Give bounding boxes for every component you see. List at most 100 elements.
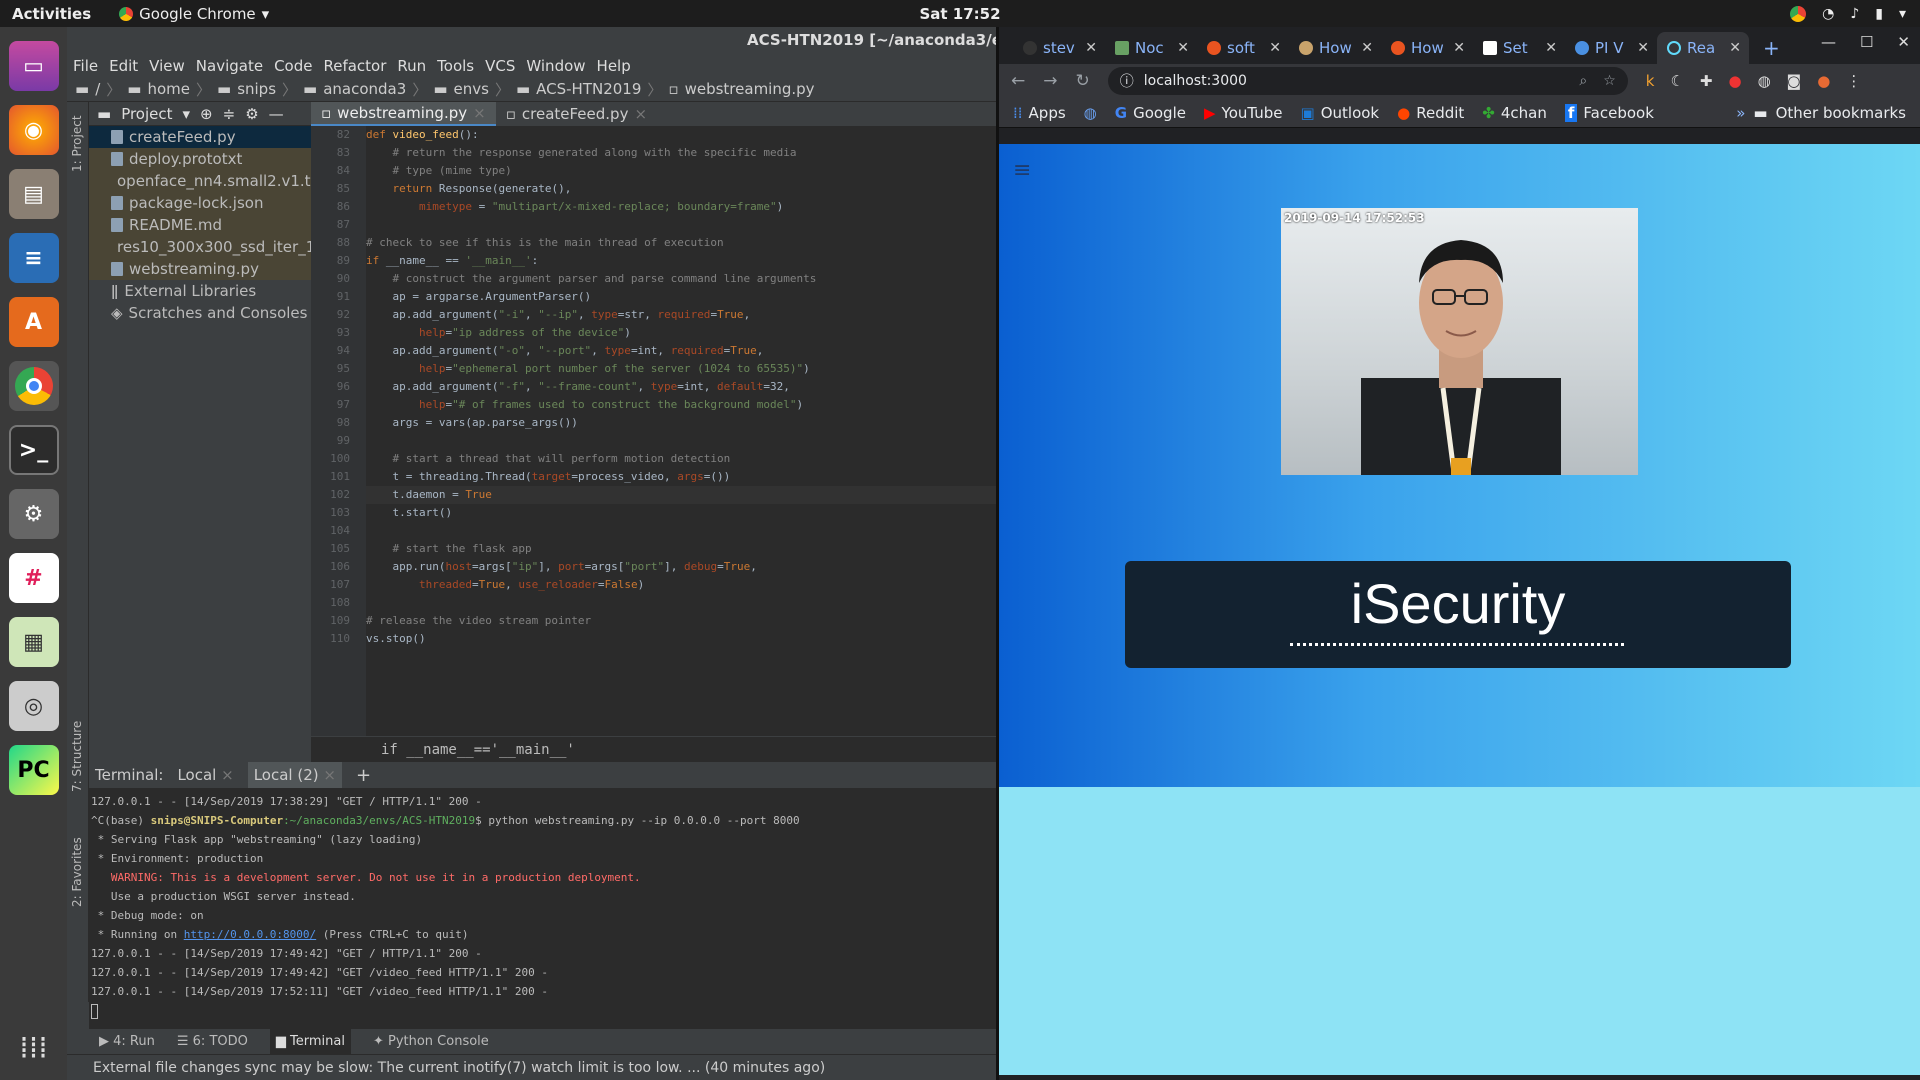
project-view-dropdown[interactable]: Project	[121, 105, 172, 123]
bookmark-google[interactable]: G Google	[1115, 104, 1186, 122]
todo-tool-button[interactable]: ☰ 6: TODO	[177, 1034, 248, 1049]
file-item[interactable]: createFeed.py	[89, 126, 311, 148]
menu-run[interactable]: Run	[397, 57, 426, 75]
browser-tab[interactable]: How ✕	[1289, 32, 1381, 64]
chrome-tray-icon[interactable]	[1790, 5, 1807, 22]
slack-icon[interactable]: #	[8, 553, 59, 603]
bookmark-reddit[interactable]: ● Reddit	[1397, 104, 1464, 122]
menu-help[interactable]: Help	[597, 57, 631, 75]
clock[interactable]: Sat 17:52	[0, 5, 1920, 23]
scratches-item[interactable]: ◈ Scratches and Consoles	[89, 302, 311, 324]
bookmark-apps[interactable]: ⁞⁞ Apps	[1013, 104, 1066, 122]
zoom-icon[interactable]: ⌕	[1579, 73, 1587, 89]
camera-icon[interactable]: ◎	[8, 681, 59, 731]
close-icon[interactable]: ✕	[1637, 40, 1649, 56]
firefox-icon[interactable]: ◉	[8, 105, 59, 155]
extension-icon[interactable]: ◍	[1758, 72, 1771, 90]
browser-tab[interactable]: Set ✕	[1473, 32, 1565, 64]
status-bar[interactable]: External file changes sync may be slow: …	[67, 1054, 996, 1080]
chevron-right-icon[interactable]: »	[1736, 104, 1745, 122]
image-viewer-icon[interactable]: ▦	[8, 617, 59, 667]
terminal-tool-button[interactable]: ▆ Terminal	[269, 1029, 351, 1054]
server-url-link[interactable]: http://0.0.0.0:8000/	[184, 928, 316, 941]
structure-tool-tab[interactable]: 7: Structure	[70, 721, 84, 792]
bookmark-outlook[interactable]: ▣ Outlook	[1301, 104, 1380, 122]
browser-tab[interactable]: PI V ✕	[1565, 32, 1657, 64]
settings-icon[interactable]: ⚙	[8, 489, 59, 539]
bookmark-star-icon[interactable]: ☆	[1603, 73, 1616, 89]
software-center-icon[interactable]: A	[8, 297, 59, 347]
terminal-output[interactable]: 127.0.0.1 - - [14/Sep/2019 17:38:29] "GE…	[89, 788, 996, 1020]
close-icon[interactable]: ✕	[1177, 40, 1189, 56]
close-icon[interactable]: ×	[634, 102, 647, 126]
close-icon[interactable]: ✕	[1085, 40, 1097, 56]
tab-webstreaming[interactable]: ▫ webstreaming.py ×	[311, 102, 496, 126]
external-libraries-item[interactable]: ǁ External Libraries	[89, 280, 311, 302]
bookmark-facebook[interactable]: f Facebook	[1564, 103, 1654, 122]
close-icon[interactable]: ✕	[1361, 40, 1373, 56]
browser-tab[interactable]: soft ✕	[1197, 32, 1289, 64]
editor-breadcrumb[interactable]: if __name__=='__main__'	[311, 736, 996, 762]
menu-code[interactable]: Code	[274, 57, 312, 75]
hamburger-menu-icon[interactable]: ≡	[1013, 158, 1031, 183]
terminal-icon[interactable]: >_	[8, 425, 59, 475]
power-menu-icon[interactable]: ▾	[1899, 6, 1906, 22]
run-tool-button[interactable]: ▶ 4: Run	[99, 1034, 155, 1049]
reload-icon[interactable]: ↻	[1076, 71, 1090, 91]
minimize-icon[interactable]: —	[1821, 33, 1836, 51]
crumb-snips[interactable]: snips	[237, 80, 276, 98]
bookmark-globe[interactable]: ◍	[1084, 104, 1097, 122]
menu-navigate[interactable]: Navigate	[196, 57, 263, 75]
file-item[interactable]: res10_300x300_ssd_iter_140000.caffemodel	[89, 236, 311, 258]
forward-icon[interactable]: →	[1043, 71, 1057, 91]
system-tray[interactable]: ◔ ♪ ▮ ▾	[1790, 5, 1906, 22]
close-icon[interactable]: ✕	[1453, 40, 1465, 56]
file-item[interactable]: deploy.prototxt	[89, 148, 311, 170]
project-tool-tab[interactable]: 1: Project	[70, 115, 84, 172]
bookmark-4chan[interactable]: ✤ 4chan	[1482, 104, 1547, 122]
back-icon[interactable]: ←	[1011, 71, 1025, 91]
close-icon[interactable]: ✕	[1729, 40, 1741, 56]
battery-icon[interactable]: ▮	[1875, 6, 1883, 22]
bookmark-youtube[interactable]: ▶ YouTube	[1204, 104, 1283, 122]
dark-mode-icon[interactable]: ☾	[1670, 72, 1683, 90]
browser-tab[interactable]: Noc ✕	[1105, 32, 1197, 64]
gear-icon[interactable]: ⚙	[245, 105, 258, 123]
maximize-icon[interactable]: ☐	[1860, 33, 1873, 51]
menu-file[interactable]: File	[73, 57, 98, 75]
chrome-icon[interactable]	[8, 361, 59, 411]
crumb-envs[interactable]: envs	[454, 80, 489, 98]
other-bookmarks[interactable]: » ▬ Other bookmarks	[1736, 104, 1906, 122]
extension-icon[interactable]: ✚	[1700, 72, 1713, 90]
close-icon[interactable]: ×	[323, 766, 336, 784]
crumb-root[interactable]: /	[95, 80, 100, 98]
add-terminal-icon[interactable]: +	[356, 765, 371, 786]
file-item[interactable]: openface_nn4.small2.v1.t7	[89, 170, 311, 192]
close-icon[interactable]: ✕	[1545, 40, 1557, 56]
extension-k-icon[interactable]: k	[1646, 72, 1655, 90]
pycharm-icon[interactable]: PC	[8, 745, 59, 795]
menu-window[interactable]: Window	[526, 57, 585, 75]
activities-button[interactable]: Activities	[12, 5, 91, 23]
address-bar[interactable]: ⓘ localhost:3000 ⌕ ☆	[1107, 67, 1628, 95]
new-tab-button[interactable]: +	[1763, 32, 1780, 64]
extension-red-icon[interactable]: ●	[1728, 72, 1741, 90]
url-text[interactable]: localhost:3000	[1144, 73, 1247, 89]
close-icon[interactable]: ✕	[1269, 40, 1281, 56]
file-item[interactable]: README.md	[89, 214, 311, 236]
menu-edit[interactable]: Edit	[109, 57, 138, 75]
browser-tab[interactable]: stev ✕	[1013, 32, 1105, 64]
favorites-tool-tab[interactable]: 2: Favorites	[70, 837, 84, 907]
menu-refactor[interactable]: Refactor	[323, 57, 386, 75]
menu-view[interactable]: View	[149, 57, 185, 75]
close-icon[interactable]: ×	[473, 101, 486, 125]
extension-icon[interactable]: ◙	[1787, 72, 1802, 90]
browser-tab-active[interactable]: Rea ✕	[1657, 32, 1749, 64]
code-content[interactable]: def video_feed(): # return the response …	[366, 126, 996, 736]
menu-vcs[interactable]: VCS	[485, 57, 515, 75]
browser-tab[interactable]: How ✕	[1381, 32, 1473, 64]
wifi-icon[interactable]: ◔	[1822, 6, 1834, 22]
crumb-anaconda3[interactable]: anaconda3	[323, 80, 406, 98]
close-window-icon[interactable]: ✕	[1897, 33, 1910, 51]
tab-createfeed[interactable]: ▫ createFeed.py ×	[496, 102, 657, 126]
